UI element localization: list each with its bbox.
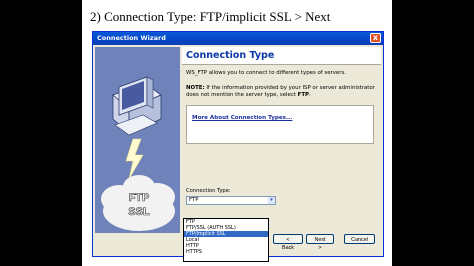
intro-text: WS_FTP allows you to connect to differen… — [186, 70, 346, 76]
note-text: NOTE: If the information provided by you… — [186, 85, 376, 99]
note-end: . — [308, 92, 311, 98]
next-button[interactable]: Next > — [306, 234, 334, 251]
back-button[interactable]: < Back — [273, 234, 303, 251]
info-box: More About Connection Types... — [186, 105, 374, 144]
page-title: Connection Type — [182, 47, 381, 65]
connection-type-select[interactable]: FTP ▾ — [186, 196, 276, 205]
window-title: Connection Wizard — [97, 34, 166, 42]
note-label: NOTE: — [186, 85, 205, 91]
illustration-graphic: FTP SSL — [101, 76, 175, 231]
computer-icon — [112, 76, 162, 136]
slide-heading: 2) Connection Type: FTP/implicit SSL > N… — [90, 9, 331, 24]
more-about-connection-types-link[interactable]: More About Connection Types... — [192, 115, 292, 121]
wizard-illustration: FTP SSL — [95, 47, 180, 233]
option-https[interactable]: HTTPS — [184, 249, 268, 255]
cloud-label-ftp: FTP — [129, 192, 150, 204]
close-button[interactable]: x — [370, 33, 381, 43]
cancel-button[interactable]: Cancel — [344, 234, 375, 244]
connection-type-dropdown-list[interactable]: FTP FTP/SSL (AUTH SSL) FTP/implicit SSL … — [183, 218, 269, 262]
chevron-down-icon[interactable]: ▾ — [268, 197, 275, 204]
window-title-bar: Connection Wizard x — [93, 32, 383, 45]
connection-type-value: FTP — [189, 197, 199, 203]
lightning-bolt-icon — [125, 138, 144, 180]
note-ftp: FTP — [297, 92, 309, 98]
note-body: If the information provided by your ISP … — [186, 85, 375, 98]
connection-type-label: Connection Type: — [186, 188, 231, 194]
wizard-content-panel: Connection Type WS_FTP allows you to con… — [182, 47, 381, 233]
server-cloud-icon: FTP SSL — [101, 175, 175, 231]
cloud-label-ssl: SSL — [128, 206, 150, 218]
